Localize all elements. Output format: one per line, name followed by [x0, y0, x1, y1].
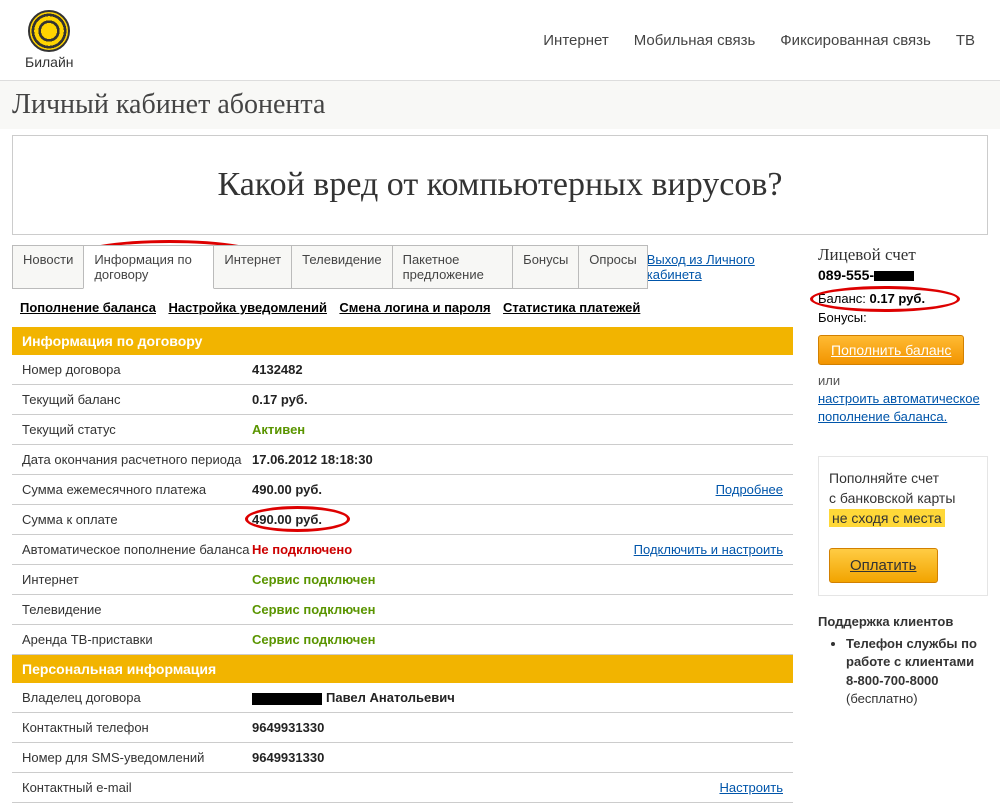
account-number-prefix: 089-555-	[818, 267, 874, 283]
row-value: Сервис подключен	[252, 632, 783, 647]
contract-table: Номер договора4132482Текущий баланс0.17 …	[12, 355, 793, 655]
nav-tv[interactable]: ТВ	[956, 32, 975, 49]
logo[interactable]: Билайн	[25, 10, 74, 70]
promo-line1: Пополняйте счет	[829, 469, 977, 489]
main-column: Новости Информация по договору Интернет …	[12, 245, 793, 803]
support-phone: 8-800-700-8000	[846, 672, 988, 690]
row-label: Текущий баланс	[22, 392, 252, 407]
row-action-link[interactable]: Подробнее	[716, 482, 783, 497]
subnav-stats[interactable]: Статистика платежей	[503, 300, 640, 315]
table-row: Автоматическое пополнение балансаНе подк…	[12, 535, 793, 565]
tab-polls[interactable]: Опросы	[578, 245, 647, 289]
banner[interactable]: Какой вред от компьютерных вирусов?	[12, 135, 988, 235]
subnav-topup[interactable]: Пополнение баланса	[20, 300, 156, 315]
pay-button[interactable]: Оплатить	[829, 548, 938, 583]
table-row: Текущий статусАктивен	[12, 415, 793, 445]
tab-contract-info[interactable]: Информация по договору	[83, 245, 214, 289]
logo-text: Билайн	[25, 54, 74, 70]
tab-internet[interactable]: Интернет	[213, 245, 292, 289]
sub-nav: Пополнение баланса Настройка уведомлений…	[12, 289, 793, 327]
support-item: Телефон службы по работе с клиентами 8-8…	[846, 635, 988, 708]
row-value: 0.17 руб.	[252, 392, 783, 407]
row-value: Павел Анатольевич	[252, 690, 783, 705]
topup-button[interactable]: Пополнить баланс	[818, 335, 964, 365]
section-contract-header: Информация по договору	[12, 327, 793, 355]
row-value: 490.00 руб.	[252, 512, 783, 527]
auto-topup-link[interactable]: настроить автоматическое пополнение бала…	[818, 390, 988, 426]
row-action-link[interactable]: Настроить	[719, 780, 783, 795]
support-block: Поддержка клиентов Телефон службы по раб…	[818, 614, 988, 708]
tab-tv[interactable]: Телевидение	[291, 245, 392, 289]
top-nav: Интернет Мобильная связь Фиксированная с…	[543, 32, 975, 49]
table-row: Текущий баланс0.17 руб.	[12, 385, 793, 415]
tab-package[interactable]: Пакетное предложение	[392, 245, 514, 289]
row-value: Сервис подключен	[252, 602, 783, 617]
redacted-name	[252, 693, 322, 705]
row-value: 490.00 руб.	[252, 482, 706, 497]
sidebar: Лицевой счет 089-555- Баланс: 0.17 руб. …	[818, 245, 988, 803]
balance-label: Баланс:	[818, 291, 866, 306]
row-label: Сумма ежемесячного платежа	[22, 482, 252, 497]
row-value: 4132482	[252, 362, 783, 377]
table-row: Номер договора4132482	[12, 355, 793, 385]
personal-table: Владелец договораПавел АнатольевичКонтак…	[12, 683, 793, 803]
subnav-notify[interactable]: Настройка уведомлений	[168, 300, 327, 315]
row-action-link[interactable]: Подключить и настроить	[634, 542, 783, 557]
support-title: Поддержка клиентов	[818, 614, 988, 629]
account-number: 089-555-	[818, 267, 988, 283]
tabs-row: Новости Информация по договору Интернет …	[12, 245, 793, 289]
account-title: Лицевой счет	[818, 245, 988, 265]
table-row: Сумма ежемесячного платежа490.00 руб. Под…	[12, 475, 793, 505]
row-value: Сервис подключен	[252, 572, 783, 587]
table-row: Владелец договораПавел Анатольевич	[12, 683, 793, 713]
nav-mobile[interactable]: Мобильная связь	[634, 32, 756, 49]
promo-block: Пополняйте счет с банковской карты не сх…	[818, 456, 988, 596]
table-row: Контактный e-mail Настроить	[12, 773, 793, 803]
table-row: ТелевидениеСервис подключен	[12, 595, 793, 625]
support-item-text: Телефон службы по работе с клиентами	[846, 636, 977, 669]
table-row: Аренда ТВ-приставкиСервис подключен	[12, 625, 793, 655]
header: Билайн Интернет Мобильная связь Фиксиров…	[0, 0, 1000, 80]
row-label: Телевидение	[22, 602, 252, 617]
row-label: Дата окончания расчетного периода	[22, 452, 252, 467]
logout-link[interactable]: Выход из Личного кабинета	[647, 252, 793, 282]
table-row: ИнтернетСервис подключен	[12, 565, 793, 595]
row-value: Не подключено	[252, 542, 624, 557]
balance-row: Баланс: 0.17 руб.	[818, 291, 988, 306]
subnav-login[interactable]: Смена логина и пароля	[339, 300, 490, 315]
row-label: Аренда ТВ-приставки	[22, 632, 252, 647]
banner-text: Какой вред от компьютерных вирусов?	[43, 166, 957, 204]
table-row: Дата окончания расчетного периода17.06.2…	[12, 445, 793, 475]
table-row: Сумма к оплате490.00 руб.	[12, 505, 793, 535]
row-value: Активен	[252, 422, 783, 437]
row-label: Владелец договора	[22, 690, 252, 705]
page-title: Личный кабинет абонента	[0, 80, 1000, 129]
bonus-row: Бонусы:	[818, 310, 988, 325]
row-label: Интернет	[22, 572, 252, 587]
support-free: (бесплатно)	[846, 690, 988, 708]
balance-value: 0.17 руб.	[870, 291, 926, 306]
row-label: Текущий статус	[22, 422, 252, 437]
tabs: Новости Информация по договору Интернет …	[12, 245, 647, 289]
row-value: 17.06.2012 18:18:30	[252, 452, 783, 467]
table-row: Номер для SMS-уведомлений9649931330	[12, 743, 793, 773]
table-row: Контактный телефон9649931330	[12, 713, 793, 743]
row-label: Контактный e-mail	[22, 780, 252, 795]
beeline-logo-icon	[28, 10, 70, 52]
row-label: Сумма к оплате	[22, 512, 252, 527]
row-value: 9649931330	[252, 720, 783, 735]
row-label: Номер договора	[22, 362, 252, 377]
nav-internet[interactable]: Интернет	[543, 32, 608, 49]
redacted-account	[874, 271, 914, 281]
promo-line3: не сходя с места	[829, 509, 945, 527]
tab-bonus[interactable]: Бонусы	[512, 245, 579, 289]
promo-line2: с банковской карты	[829, 489, 977, 509]
row-label: Автоматическое пополнение баланса	[22, 542, 252, 557]
or-text: или	[818, 373, 988, 388]
bonus-label: Бонусы:	[818, 310, 867, 325]
row-label: Контактный телефон	[22, 720, 252, 735]
tab-news[interactable]: Новости	[12, 245, 84, 289]
section-personal-header: Персональная информация	[12, 655, 793, 683]
nav-fixed[interactable]: Фиксированная связь	[780, 32, 931, 49]
